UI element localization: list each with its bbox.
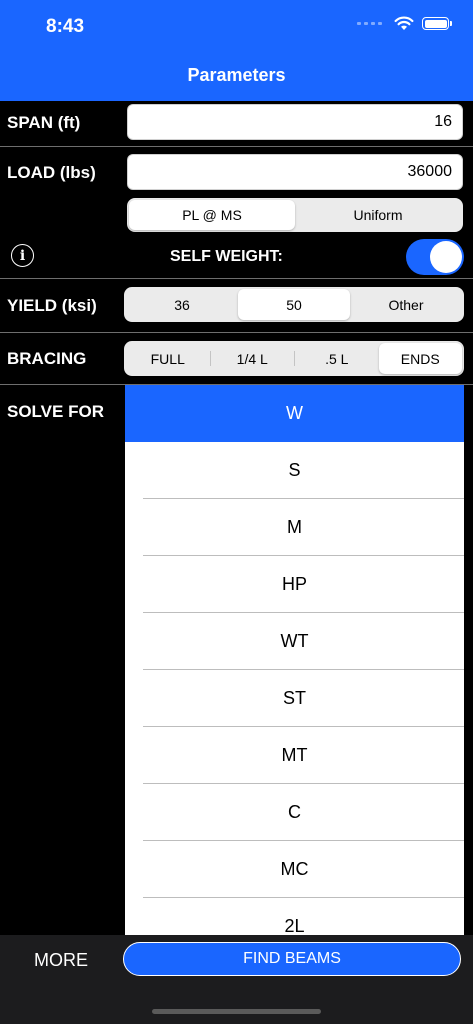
nav-header: 8:43 Parameters [0,0,473,101]
yield-label: YIELD (ksi) [7,296,97,315]
segment-pl-at-ms[interactable]: PL @ MS [129,200,295,230]
span-input[interactable]: 16 [127,104,463,140]
signal-icon [357,22,382,25]
toggle-knob [430,241,462,273]
list-item-s[interactable]: S [125,442,464,499]
segment-bracing-full[interactable]: FULL [126,343,210,374]
segment-bracing-quarter[interactable]: 1/4 L [211,343,295,374]
span-label: SPAN (ft) [7,113,81,132]
wifi-icon [394,16,414,30]
bracing-label: BRACING [7,349,87,368]
segment-bracing-ends[interactable]: ENDS [378,343,462,374]
find-beams-button[interactable]: FIND BEAMS [123,942,461,976]
self-weight-toggle[interactable] [406,239,464,275]
home-indicator [152,1009,321,1014]
list-item-wt[interactable]: WT [125,613,464,670]
segment-yield-36[interactable]: 36 [126,289,238,320]
list-item-st[interactable]: ST [125,670,464,727]
info-icon[interactable]: i [11,244,34,267]
yield-segmented-control: 36 50 Other [124,287,464,322]
segment-uniform[interactable]: Uniform [295,200,461,230]
list-item-mt[interactable]: MT [125,727,464,784]
status-icons [357,16,452,31]
bracing-segmented-control: FULL 1/4 L .5 L ENDS [124,341,464,376]
list-item-w[interactable]: W [125,385,464,442]
load-label: LOAD (lbs) [7,163,96,182]
segment-yield-50[interactable]: 50 [238,289,350,320]
section-type-list[interactable]: W S M HP WT ST MT C MC 2L [125,385,464,935]
self-weight-label: SELF WEIGHT: [170,248,283,265]
list-item-hp[interactable]: HP [125,556,464,613]
divider [0,146,473,147]
list-item-m[interactable]: M [125,499,464,556]
status-time: 8:43 [46,16,85,37]
divider [0,278,473,279]
segment-bracing-half[interactable]: .5 L [295,343,379,374]
battery-icon [422,17,452,30]
load-input[interactable]: 36000 [127,154,463,190]
more-button[interactable]: MORE [34,950,88,971]
solve-for-label: SOLVE FOR [7,402,104,421]
list-item-2l[interactable]: 2L [125,898,464,935]
divider [0,332,473,333]
segment-yield-other[interactable]: Other [350,289,462,320]
list-item-mc[interactable]: MC [125,841,464,898]
list-item-c[interactable]: C [125,784,464,841]
load-type-segmented-control: PL @ MS Uniform [127,198,463,232]
page-title: Parameters [187,65,286,85]
